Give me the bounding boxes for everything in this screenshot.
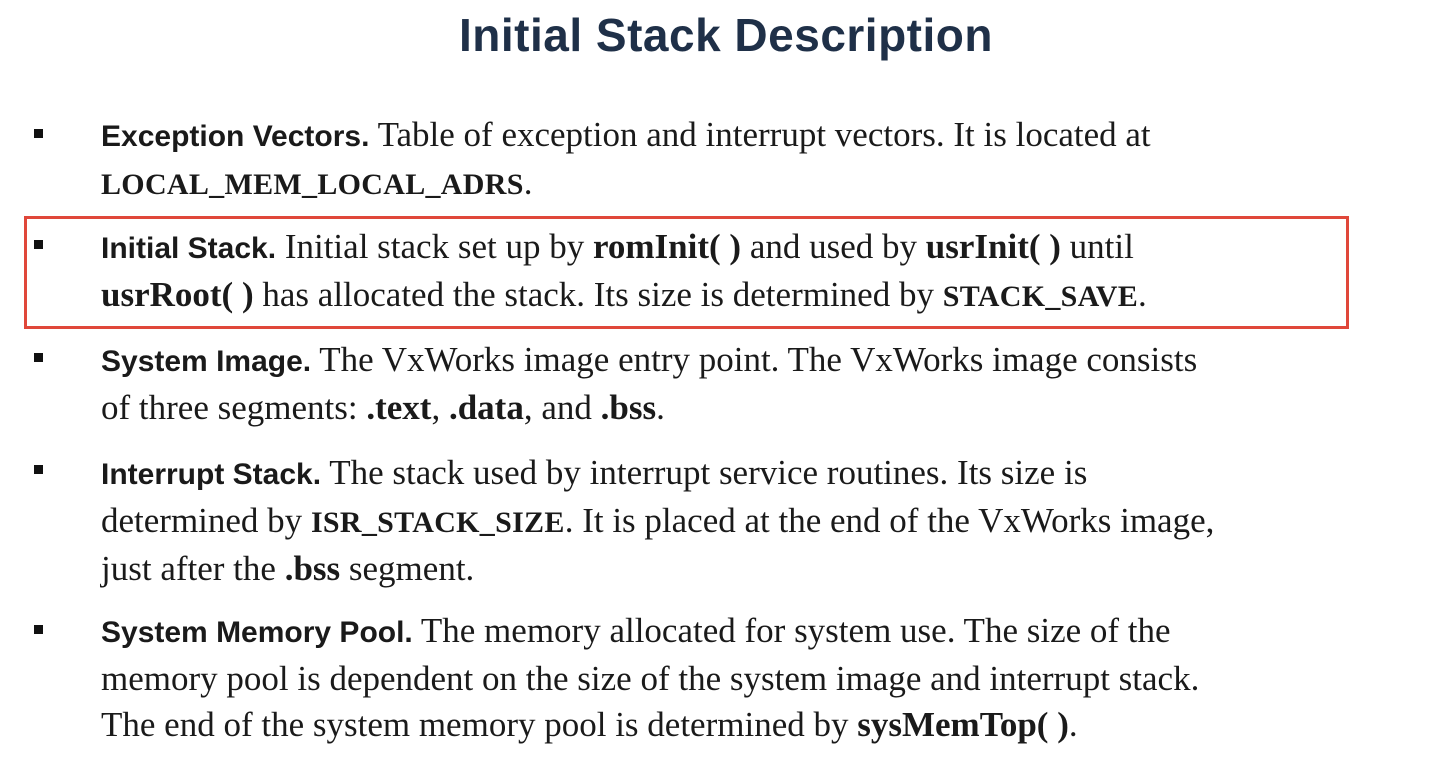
code-segment: .text — [366, 388, 432, 427]
item-body: until — [1069, 227, 1134, 266]
bullet-icon — [34, 465, 43, 474]
code-constant: ISR_STACK_SIZE — [310, 506, 565, 539]
page-title: Initial Stack Description — [459, 9, 993, 61]
code-function: sysMemTop( ) — [857, 705, 1069, 744]
code-segment: .bss — [284, 549, 341, 588]
code-constant: LOCAL_MEM_LOCAL_ADRS — [101, 168, 524, 201]
item-text: System Image. The VxWorks image entry po… — [101, 337, 1421, 431]
item-heading: Initial Stack. — [101, 232, 277, 265]
item-text: Exception Vectors. Table of exception an… — [101, 112, 1421, 208]
bullet-icon — [34, 353, 43, 362]
item-body: determined by — [101, 501, 303, 540]
item-body: Initial stack set up by — [284, 227, 585, 266]
item-body: of three segments: — [101, 388, 358, 427]
punctuation: , — [431, 388, 441, 427]
punctuation: . — [523, 163, 533, 202]
bullet-icon — [34, 129, 43, 138]
item-heading: System Memory Pool. — [101, 616, 413, 649]
punctuation: . — [1138, 275, 1147, 314]
code-function: usrInit( ) — [925, 227, 1061, 266]
punctuation: . — [1068, 705, 1078, 744]
item-body: The stack used by interrupt service rout… — [329, 453, 1088, 492]
code-function: romInit( ) — [592, 227, 742, 266]
code-constant: STACK_SAVE — [942, 280, 1139, 313]
bullet-icon — [34, 625, 43, 634]
item-heading: Interrupt Stack. — [101, 458, 322, 491]
punctuation: , and — [523, 388, 592, 427]
item-text: Initial Stack. Initial stack set up by r… — [101, 224, 1421, 320]
item-body: and used by — [749, 227, 918, 266]
bullet-icon — [34, 240, 43, 249]
item-heading: Exception Vectors. — [101, 120, 370, 153]
item-body: has allocated the stack. Its size is det… — [262, 275, 934, 314]
item-body: Table of exception and interrupt vectors… — [377, 115, 1151, 154]
item-body: . It is placed at the end of the VxWorks… — [564, 501, 1215, 540]
punctuation: . — [656, 388, 665, 427]
item-body: memory pool is dependent on the size of … — [101, 659, 1200, 698]
code-function: usrRoot( ) — [101, 275, 254, 314]
item-body: The end of the system memory pool is det… — [101, 705, 849, 744]
item-heading: System Image. — [101, 345, 312, 378]
item-body: The VxWorks image entry point. The VxWor… — [319, 340, 1198, 379]
item-body: just after the — [101, 549, 276, 588]
code-segment: .bss — [600, 388, 657, 427]
item-body: The memory allocated for system use. The… — [420, 611, 1171, 650]
code-segment: .data — [448, 388, 524, 427]
item-text: Interrupt Stack. The stack used by inter… — [101, 450, 1421, 592]
item-text: System Memory Pool. The memory allocated… — [101, 608, 1421, 748]
item-body: segment. — [348, 549, 475, 588]
